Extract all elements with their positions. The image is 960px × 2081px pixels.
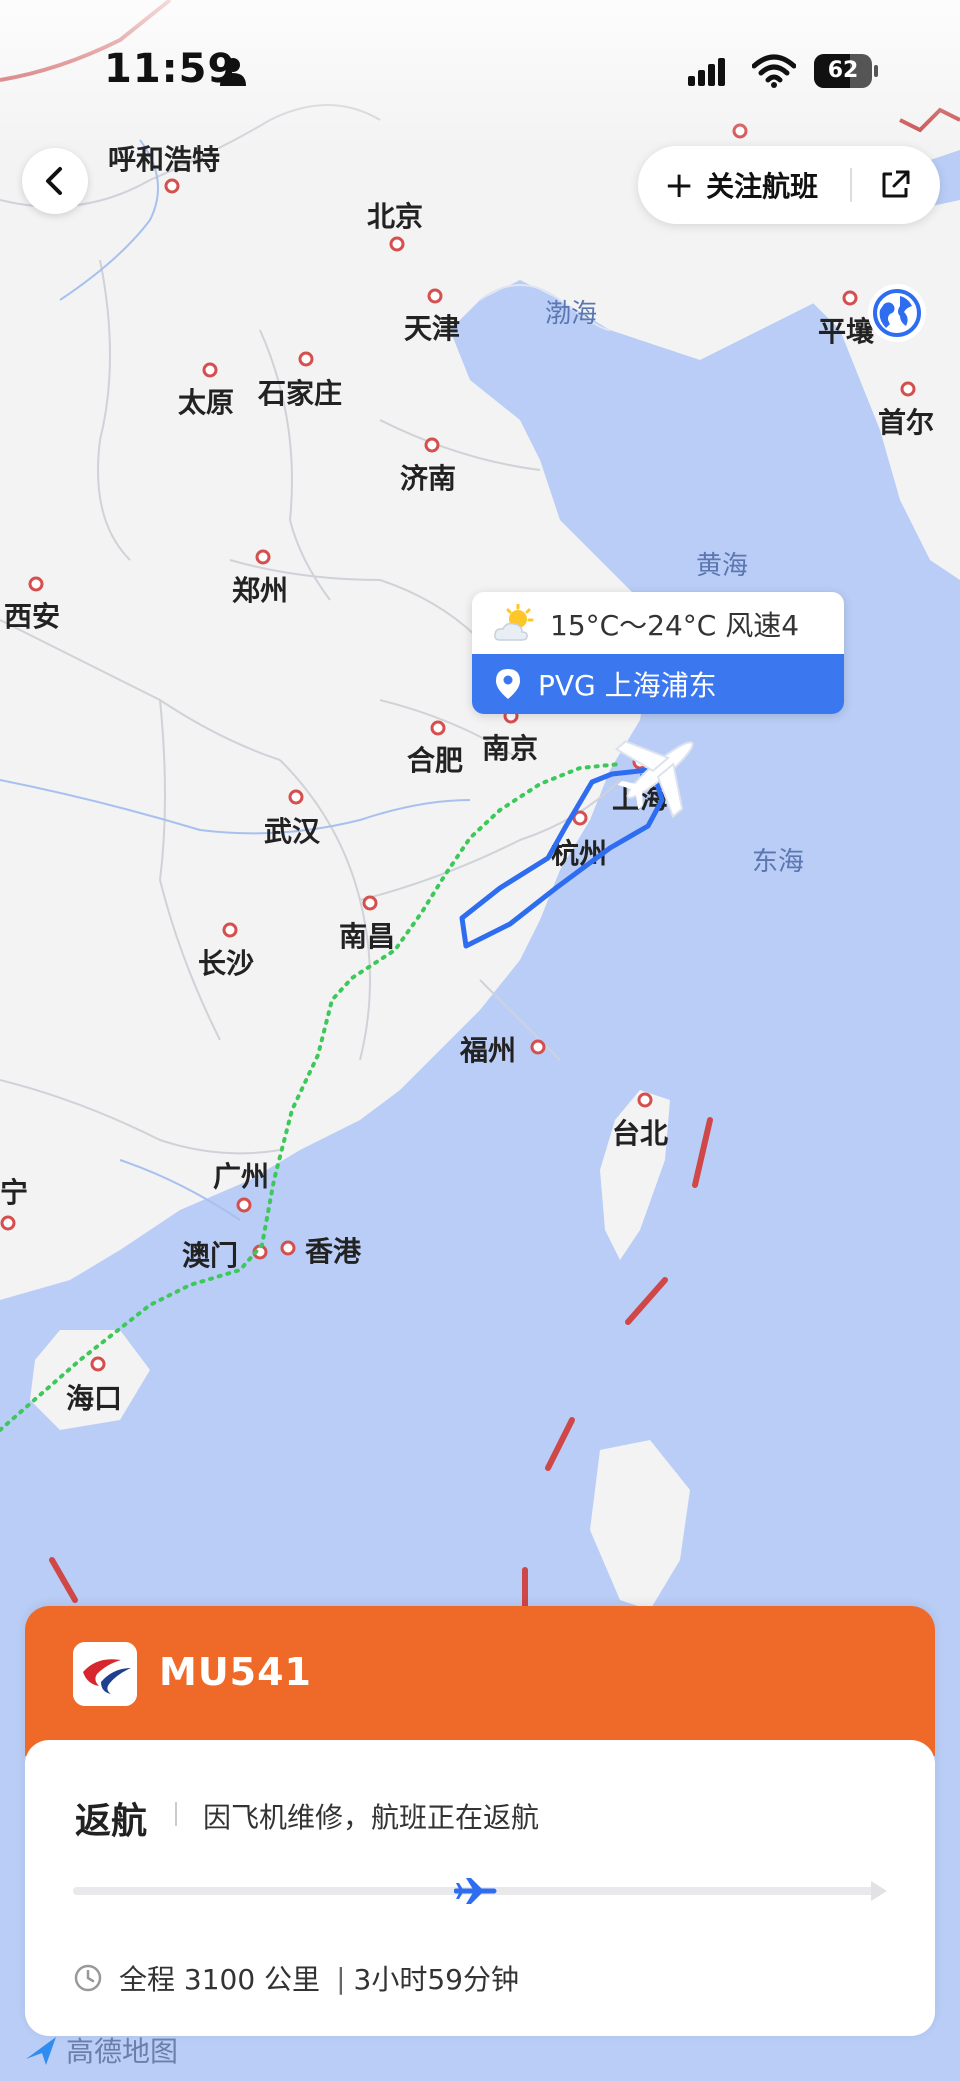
city-label: 首尔 [878,406,934,439]
sea-label: 渤海 [545,299,597,329]
city-label: 北京 [367,200,423,233]
trip-distance: 全程 3100 公里 [119,1963,321,1996]
back-icon [46,167,62,195]
city-label: 澳门 [182,1239,238,1272]
pill-divider [850,168,852,202]
back-button[interactable] [22,148,88,214]
map-provider-name: 高德地图 [66,2035,179,2068]
city-label: 长沙 [198,947,254,980]
city-label: 海口 [66,1382,122,1415]
airport-text: PVG 上海浦东 [538,669,717,702]
flight-status: 返航 [75,1801,148,1842]
trip-separator: | [336,1961,346,1995]
airline-logo [73,1642,137,1706]
sea-label: 东海 [752,847,804,877]
location-pin-icon [496,669,520,699]
city-label: 西安 [4,600,60,633]
trip-info: 全程 3100 公里 | 3小时59分钟 [73,1958,519,1998]
city-label: 南昌 [339,920,395,953]
city-label: 台北 [612,1117,668,1150]
status-time: 11:59 [104,46,237,92]
map-provider-logo: 高德地图 [24,2030,178,2070]
city-label: 武汉 [264,815,321,848]
trip-duration: 3小时59分钟 [353,1963,519,1996]
airport-row[interactable]: PVG 上海浦东 [472,654,844,714]
follow-flight-label: 关注航班 [706,170,819,203]
header-actions: + 关注航班 [638,146,940,224]
city-label: 石家庄 [257,377,342,410]
status-bar: 11:59 62 [0,0,960,140]
amap-arrow-icon [26,2037,56,2065]
person-icon [220,58,246,86]
status-separator [175,1802,177,1826]
city-label: 郑州 [232,574,288,607]
plus-icon: + [664,164,695,206]
battery-cap [874,65,878,77]
battery-text: 62 [827,58,859,83]
city-label: 济南 [400,462,456,495]
sea-label: 黄海 [696,551,748,581]
airport-popup[interactable]: 15°C～24°C 风速4 PVG 上海浦东 [472,592,844,714]
city-label: 太原 [178,386,234,419]
flight-card-body: 返航 因飞机维修，航班正在返航 全程 3100 公里 | 3小时59分钟 [25,1740,935,2036]
status-reason: 因飞机维修，航班正在返航 [203,1801,540,1834]
city-label: 南京 [482,732,538,765]
flight-card-header: MU541 [25,1606,935,1756]
partly-cloudy-icon [494,604,534,641]
city-label: 天津 [404,312,460,345]
globe-icon[interactable] [866,282,928,344]
weather-row: 15°C～24°C 风速4 [472,592,844,656]
follow-flight-button[interactable]: + 关注航班 [664,146,818,224]
city-label: 福州 [459,1034,516,1067]
weather-text: 15°C～24°C 风速4 [550,609,800,642]
city-label: 广州 [213,1160,269,1193]
city-label: 合肥 [407,744,463,777]
progress-arrow [871,1881,887,1901]
signal-icon [688,58,725,86]
city-label: 香港 [305,1235,362,1268]
share-icon[interactable] [870,160,920,210]
progress-plane-icon [454,1878,497,1904]
city-label: 南宁 [0,1176,28,1209]
flight-number: MU541 [159,1650,312,1694]
flight-card[interactable]: MU541 返航 因飞机维修，航班正在返航 全程 3100 公里 | 3小时59… [25,1606,935,2036]
battery-body: 62 [814,54,872,88]
clock-icon [74,1964,102,1992]
battery-indicator: 62 [814,54,878,88]
wifi-icon [752,54,796,88]
